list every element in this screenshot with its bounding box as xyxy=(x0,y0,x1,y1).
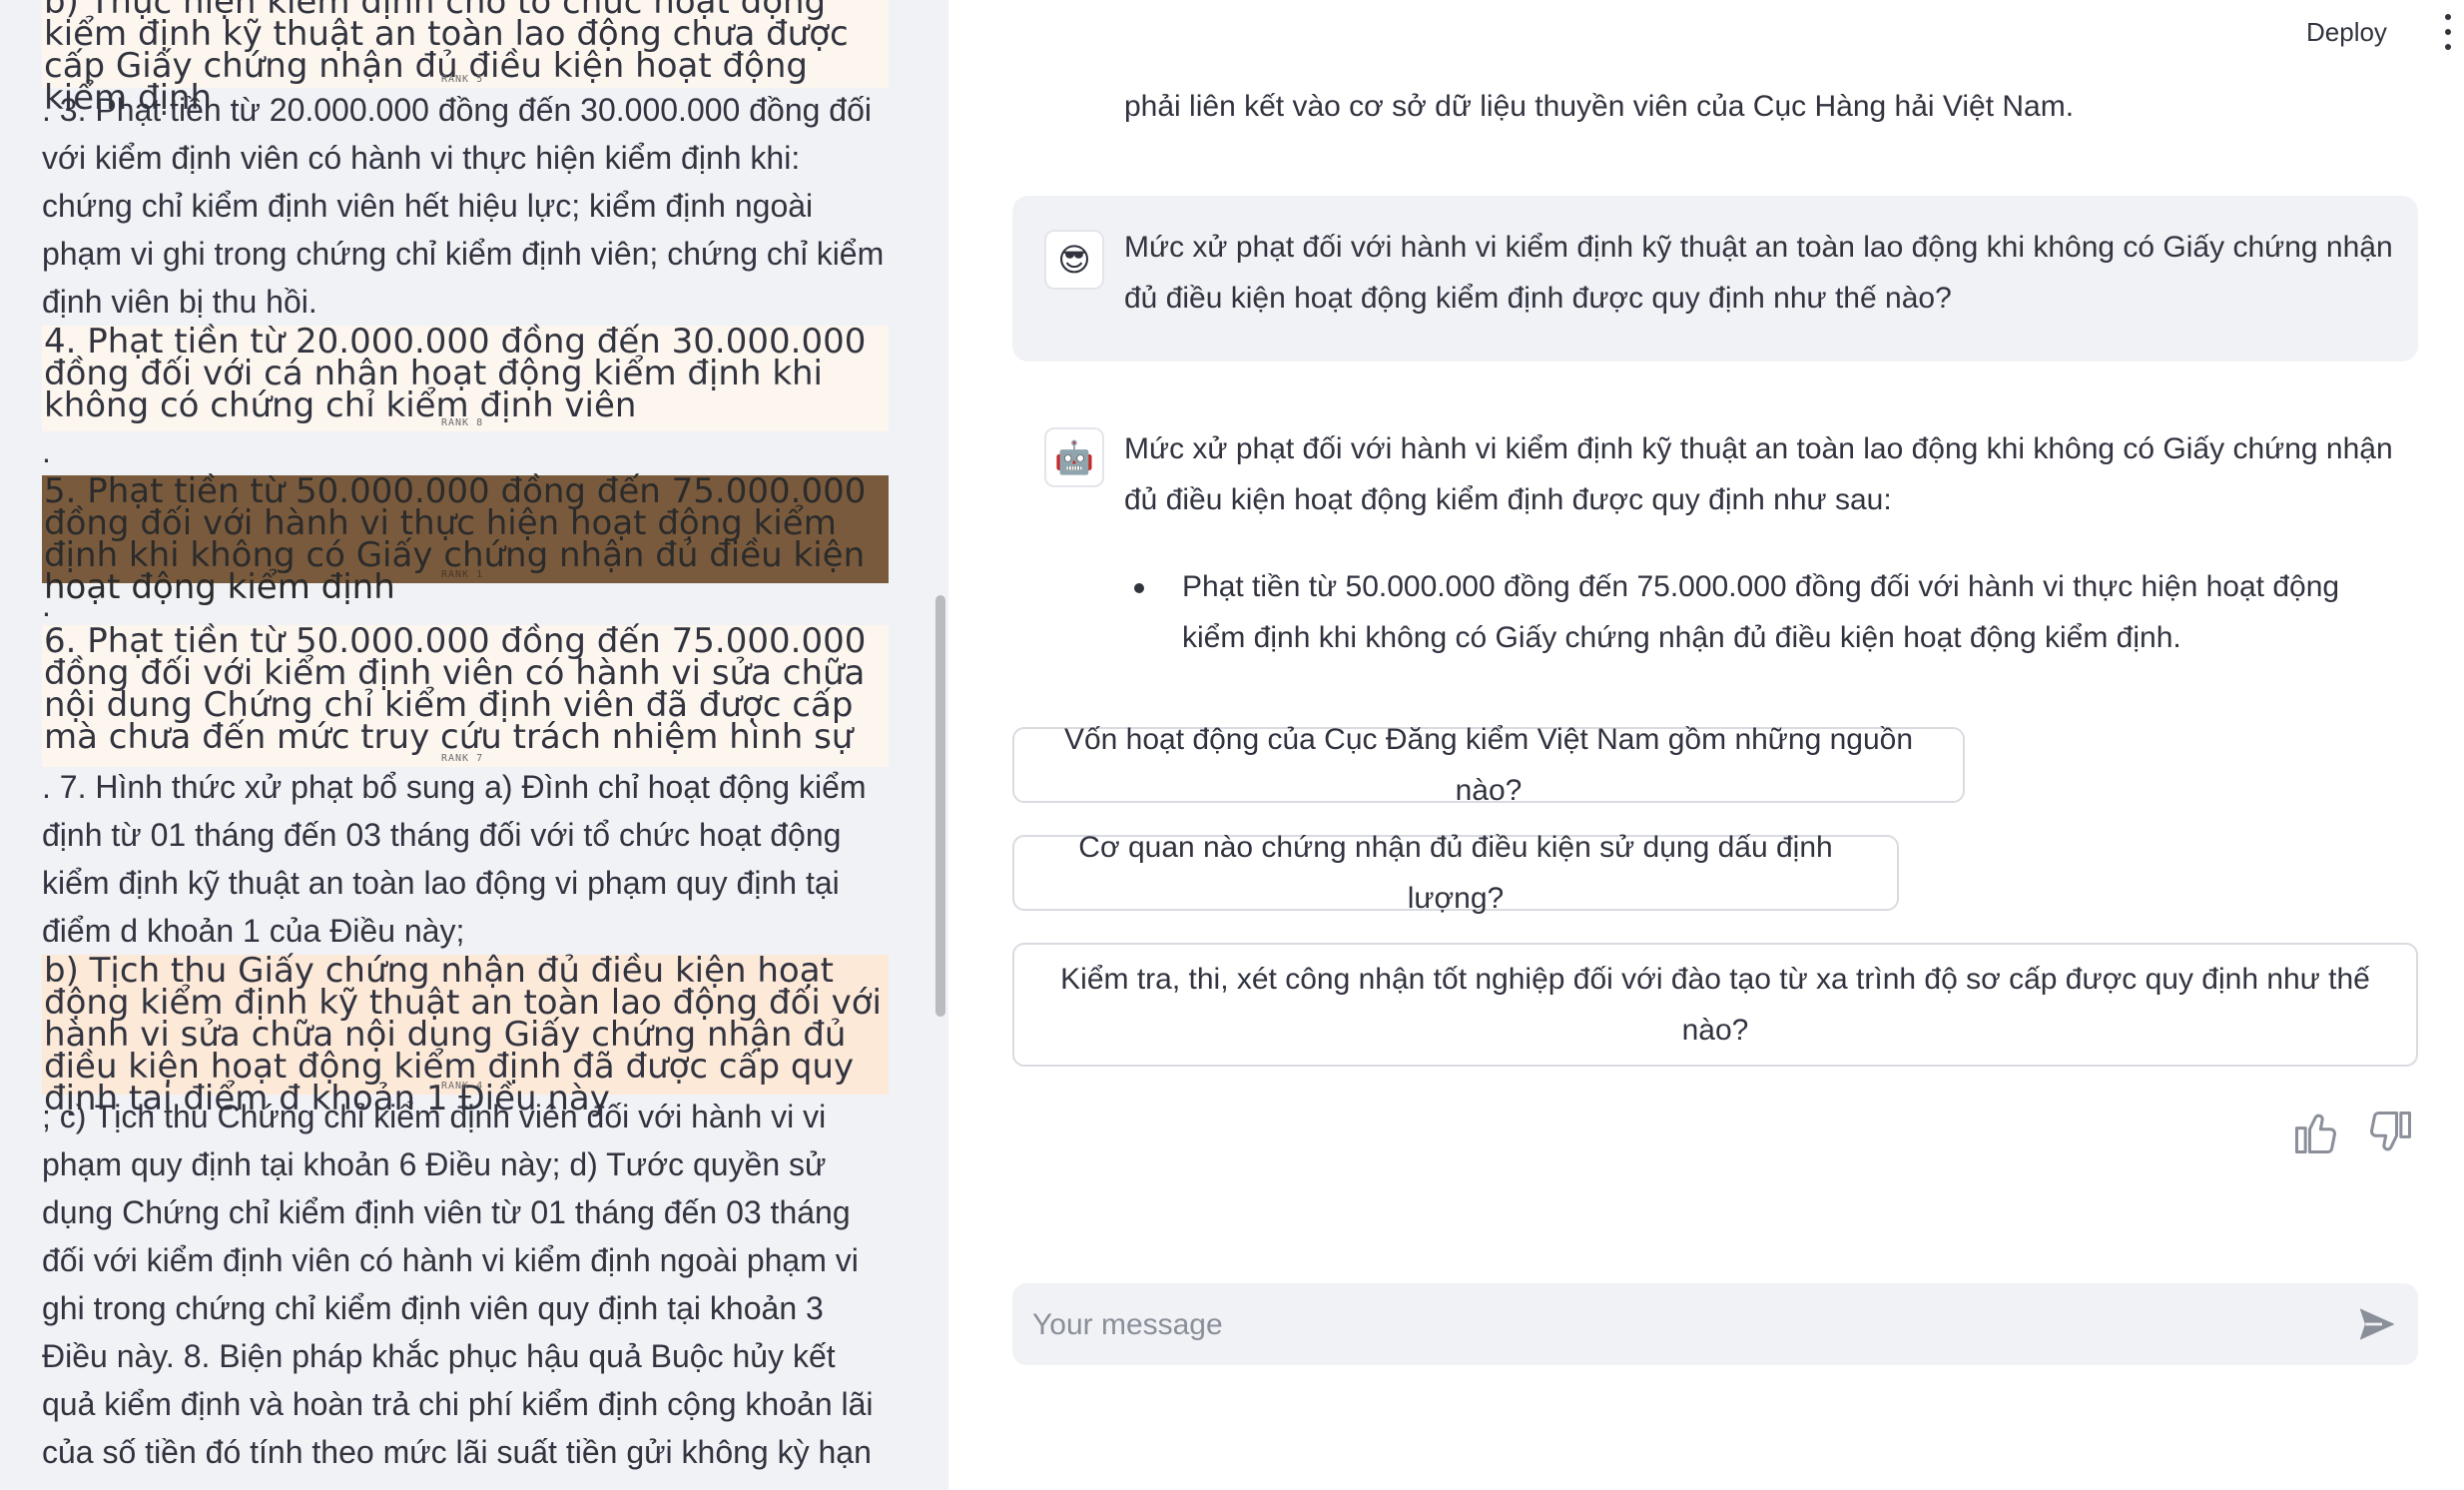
context-chunk-rank-8: 4. Phạt tiền từ 20.000.000 đồng đến 30.0… xyxy=(42,325,889,431)
suggestion-button-3[interactable]: Kiểm tra, thi, xét công nhận tốt nghiệp … xyxy=(1012,943,2418,1067)
bullet-text: Phạt tiền từ 50.000.000 đồng đến 75.000.… xyxy=(1182,570,2340,654)
context-chunk-text: 4. Phạt tiền từ 20.000.000 đồng đến 30.0… xyxy=(44,322,867,425)
sidebar-scrollbar[interactable] xyxy=(935,595,945,1017)
context-chunk-rank-5: b) Thực hiện kiểm định cho tổ chức hoạt … xyxy=(42,0,889,115)
context-separator: . xyxy=(42,433,51,469)
previous-assistant-message: phải liên kết vào cơ sở dữ liệu thuyền v… xyxy=(1124,90,2075,123)
deploy-button[interactable]: Deploy xyxy=(2296,12,2397,52)
thumbs-up-icon[interactable] xyxy=(2290,1107,2342,1158)
send-icon[interactable] xyxy=(2356,1304,2398,1344)
context-chunk-text: 5. Phạt tiền từ 50.000.000 đồng đến 75.0… xyxy=(44,471,867,607)
chat-input[interactable] xyxy=(1030,1283,2332,1367)
user-message: 😎 Mức xử phạt đối với hành vi kiểm định … xyxy=(1012,196,2418,362)
context-chunk-rank-7: 6. Phạt tiền từ 50.000.000 đồng đến 75.0… xyxy=(42,624,889,767)
assistant-message-text: Mức xử phạt đối với hành vi kiểm định kỹ… xyxy=(1124,432,2393,516)
context-separator: . xyxy=(42,587,51,623)
bullet-icon xyxy=(1134,583,1144,593)
rank-label: RANK 1 xyxy=(441,569,484,580)
rank-label: RANK 8 xyxy=(441,417,484,428)
assistant-avatar-icon: 🤖 xyxy=(1044,427,1104,487)
context-chunk-rank-4: b) Tịch thu Giấy chứng nhận đủ điều kiện… xyxy=(42,954,889,1116)
context-plain-text: . 3. Phạt tiền từ 20.000.000 đồng đến 30… xyxy=(42,92,885,320)
context-chunk-text: 6. Phạt tiền từ 50.000.000 đồng đến 75.0… xyxy=(44,621,867,757)
rank-label: RANK 4 xyxy=(441,1081,484,1092)
context-chunk-rank-1: 5. Phạt tiền từ 50.000.000 đồng đến 75.0… xyxy=(42,474,889,604)
user-avatar-icon: 😎 xyxy=(1044,230,1104,290)
thumbs-down-icon[interactable] xyxy=(2364,1107,2416,1158)
user-message-text: Mức xử phạt đối với hành vi kiểm định kỹ… xyxy=(1124,231,2393,315)
rank-label: RANK 5 xyxy=(441,74,484,85)
kebab-menu-icon[interactable] xyxy=(2442,14,2454,50)
context-plain-text: ; c) Tịch thu Chứng chỉ kiểm định viên đ… xyxy=(42,1099,874,1470)
context-plain-text: . 7. Hình thức xử phạt bổ sung a) Đình c… xyxy=(42,769,867,949)
suggestion-button-1[interactable]: Vốn hoạt động của Cục Đăng kiểm Việt Nam… xyxy=(1012,723,1965,807)
suggestion-button-2[interactable]: Cơ quan nào chứng nhận đủ điều kiện sử d… xyxy=(1012,831,1899,915)
chat-input-container xyxy=(1012,1283,2418,1367)
sidebar: b) Thực hiện kiểm định cho tổ chức hoạt … xyxy=(0,0,948,1490)
